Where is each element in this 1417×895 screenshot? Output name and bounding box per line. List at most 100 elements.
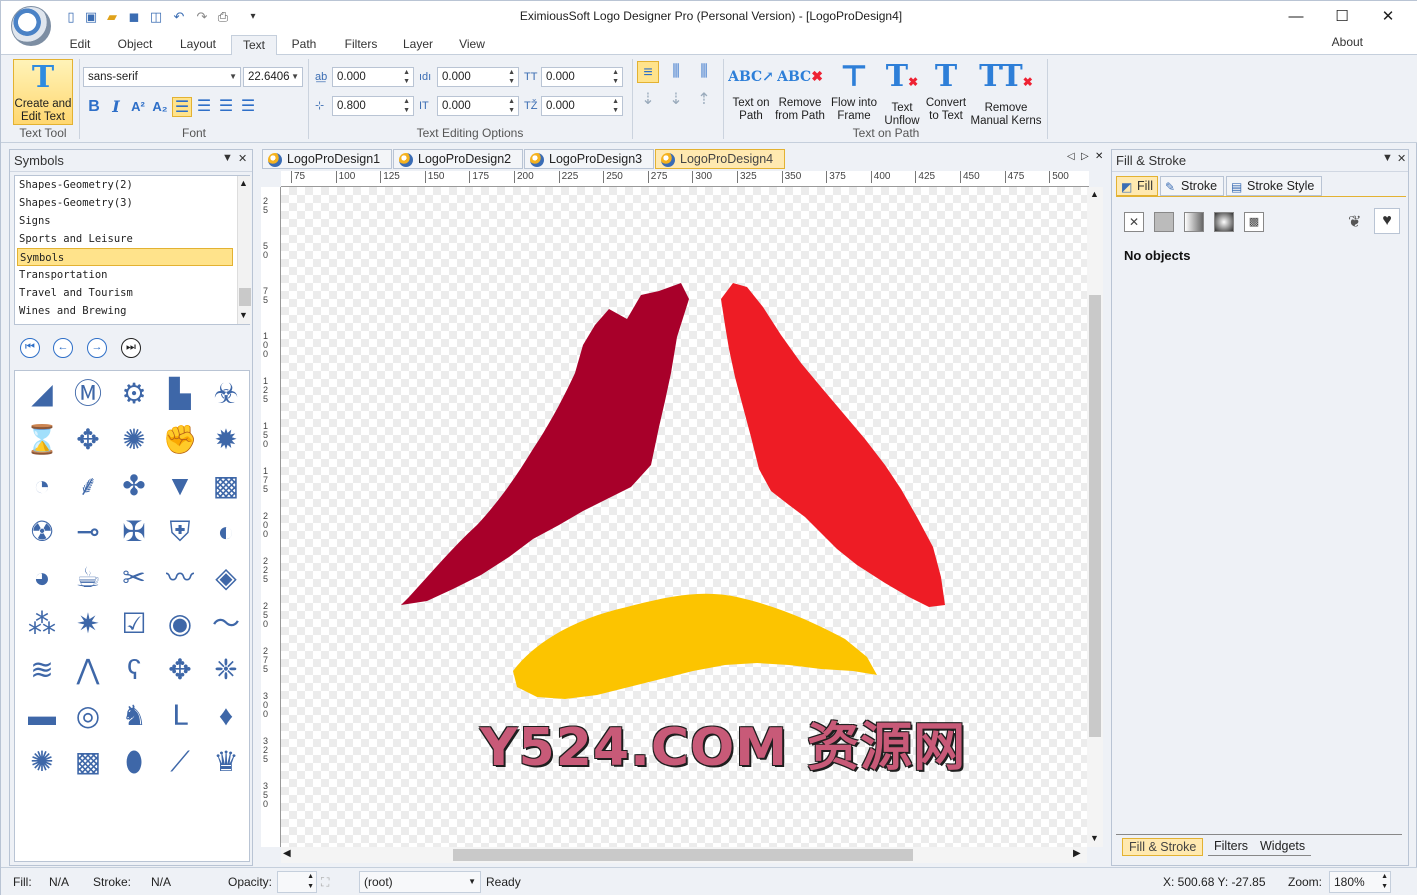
letter-spacing-input[interactable]: 0.000 ▲ ▼ (332, 67, 414, 87)
symbol-item[interactable]: ✥ (69, 421, 107, 459)
spinner-arrows-icon[interactable]: ▲ ▼ (403, 68, 410, 86)
text-direction-icon[interactable]: ⇣ (637, 89, 659, 111)
document-tab-active[interactable]: LogoProDesign4 (655, 149, 785, 169)
category-scrollbar[interactable]: ▲ ▼ (237, 176, 251, 324)
tab-view[interactable]: View (449, 35, 495, 56)
redo-icon[interactable]: ↷ (194, 9, 210, 25)
font-family-select[interactable]: sans-serif ▼ (83, 67, 241, 87)
symbol-item[interactable]: ᒪ (161, 697, 199, 735)
align-center-icon[interactable]: ☰ (194, 97, 214, 117)
document-tab[interactable]: LogoProDesign1 (262, 149, 392, 169)
symbol-item[interactable]: ✺ (23, 743, 61, 781)
symbol-item[interactable]: ≋ (23, 651, 61, 689)
fill-rule-evenodd-icon[interactable]: ❦ (1348, 212, 1361, 232)
dark-red-brush-stroke[interactable] (401, 283, 689, 605)
scroll-down-icon[interactable]: ▼ (1090, 833, 1099, 843)
spinner-arrows-icon[interactable]: ▲ ▼ (307, 872, 314, 892)
tab-text[interactable]: Text (231, 35, 277, 56)
minimize-button[interactable]: — (1273, 1, 1319, 33)
symbol-item[interactable]: ☑ (115, 605, 153, 643)
horizontal-scrollbar[interactable]: ◀ ▶ (281, 847, 1087, 863)
zoom-input[interactable]: 180% ▲ ▼ (1329, 871, 1391, 893)
spinner-arrows-icon[interactable]: ▲ ▼ (508, 97, 515, 115)
document-tab[interactable]: LogoProDesign3 (524, 149, 654, 169)
open-folder-icon[interactable]: ▰ (104, 9, 120, 25)
print-icon[interactable]: ⎙ (215, 9, 231, 25)
scroll-up-icon[interactable]: ▲ (1090, 189, 1099, 199)
symbol-item[interactable]: ⋀ (69, 651, 107, 689)
symbol-item[interactable]: ▼ (161, 467, 199, 505)
symbol-item[interactable]: ☕ (69, 559, 107, 597)
symbol-item[interactable]: ✊ (161, 421, 199, 459)
tab-edit[interactable]: Edit (59, 35, 101, 56)
layer-select[interactable]: (root) ▼ (359, 871, 481, 893)
vertical-text-icon[interactable]: ⫼ (665, 61, 687, 83)
symbol-item[interactable]: ⚙ (115, 375, 153, 413)
spinner-arrows-icon[interactable]: ▲ ▼ (508, 68, 515, 86)
remove-from-path-button[interactable]: ABC✖ Remove from Path (773, 59, 827, 123)
symbol-item[interactable]: ◐ (207, 513, 245, 551)
tab-object[interactable]: Object (109, 35, 161, 56)
vertical-text-rtl-icon[interactable]: ⫼ (693, 61, 715, 83)
symbol-item[interactable]: ⌛ (23, 421, 61, 459)
symbol-item[interactable]: ◕ (23, 559, 61, 597)
pattern-icon[interactable]: ▩ (1244, 212, 1264, 232)
symbol-item[interactable]: ✷ (69, 605, 107, 643)
align-right-icon[interactable]: ☰ (216, 97, 236, 117)
vertical-shift-input[interactable]: 0.000 ▲ ▼ (541, 96, 623, 116)
scroll-right-icon[interactable]: ▶ (1073, 848, 1081, 859)
symbol-item[interactable]: ⁂ (23, 605, 61, 643)
drawing-canvas[interactable]: Y524.COM 资源网 (281, 187, 1087, 847)
tab-layout[interactable]: Layout (171, 35, 225, 56)
symbol-item[interactable]: ⊸ (69, 513, 107, 551)
symbol-item[interactable]: ▩ (207, 467, 245, 505)
spinner-arrows-icon[interactable]: ▲ ▼ (612, 68, 619, 86)
line-spacing-input[interactable]: 0.800 ▲ ▼ (332, 96, 414, 116)
fill-rule-nonzero-icon[interactable]: ♥ (1374, 208, 1400, 234)
symbol-item[interactable]: ◢ (23, 375, 61, 413)
yellow-brush-stroke[interactable] (513, 593, 877, 699)
panel-menu-icon[interactable]: ▼ (1382, 152, 1393, 164)
text-unflow-button[interactable]: T✖ Text Unflow (879, 59, 925, 128)
align-justify-icon[interactable]: ☰ (238, 97, 258, 117)
convert-to-text-button[interactable]: T Convert to Text (923, 59, 969, 123)
list-item[interactable]: Signs (17, 212, 233, 230)
remove-manual-kerns-button[interactable]: TT✖ Remove Manual Kerns (969, 59, 1043, 128)
symbol-item[interactable]: ʕ (115, 651, 153, 689)
symbol-item[interactable]: ☢ (23, 513, 61, 551)
none-icon[interactable]: ✕ (1124, 212, 1144, 232)
first-page-icon[interactable]: ⏮ (20, 338, 40, 358)
text-flow-up-icon[interactable]: ⇡ (693, 89, 715, 111)
close-document-icon[interactable]: ✕ (1095, 151, 1103, 162)
close-button[interactable]: ✕ (1365, 1, 1411, 33)
maximize-button[interactable]: ☐ (1319, 1, 1365, 33)
symbol-item[interactable]: ☣ (207, 375, 245, 413)
red-brush-stroke[interactable] (721, 283, 945, 607)
document-tab[interactable]: LogoProDesign2 (393, 149, 523, 169)
last-page-icon[interactable]: ⏭ (121, 338, 141, 358)
symbol-item[interactable]: Ⓜ (69, 375, 107, 413)
tab-stroke[interactable]: ✎ Stroke (1160, 176, 1224, 196)
list-item[interactable]: Travel and Tourism (17, 284, 233, 302)
undo-icon[interactable]: ↶ (171, 9, 187, 25)
symbol-item[interactable]: ✂ (115, 559, 153, 597)
save-as-icon[interactable]: ◫ (148, 9, 164, 25)
tab-filters[interactable]: Filters (335, 35, 387, 56)
panel-close-icon[interactable]: ✕ (238, 152, 247, 165)
spinner-arrows-icon[interactable]: ▲ ▼ (1381, 872, 1388, 892)
new-icon[interactable]: ▯ (63, 9, 79, 25)
horizontal-kerning-input[interactable]: 0.000 ▲ ▼ (437, 96, 519, 116)
create-edit-text-button[interactable]: T Create and Edit Text (13, 59, 73, 125)
spinner-arrows-icon[interactable]: ▲ ▼ (403, 97, 410, 115)
rotation-input[interactable]: 0.000 ▲ ▼ (541, 67, 623, 87)
symbol-item[interactable]: ▙ (161, 375, 199, 413)
symbol-item[interactable]: ✤ (115, 467, 153, 505)
symbol-item[interactable]: ✠ (115, 513, 153, 551)
tab-scroll-right-icon[interactable]: ▷ (1081, 151, 1089, 162)
scroll-left-icon[interactable]: ◀ (283, 848, 291, 859)
symbol-item[interactable]: ✺ (115, 421, 153, 459)
scroll-thumb[interactable] (239, 288, 251, 306)
tab-fill-and-stroke[interactable]: Fill & Stroke (1122, 838, 1204, 856)
symbol-item[interactable]: ▬ (23, 697, 61, 735)
next-page-icon[interactable]: → (87, 338, 107, 358)
